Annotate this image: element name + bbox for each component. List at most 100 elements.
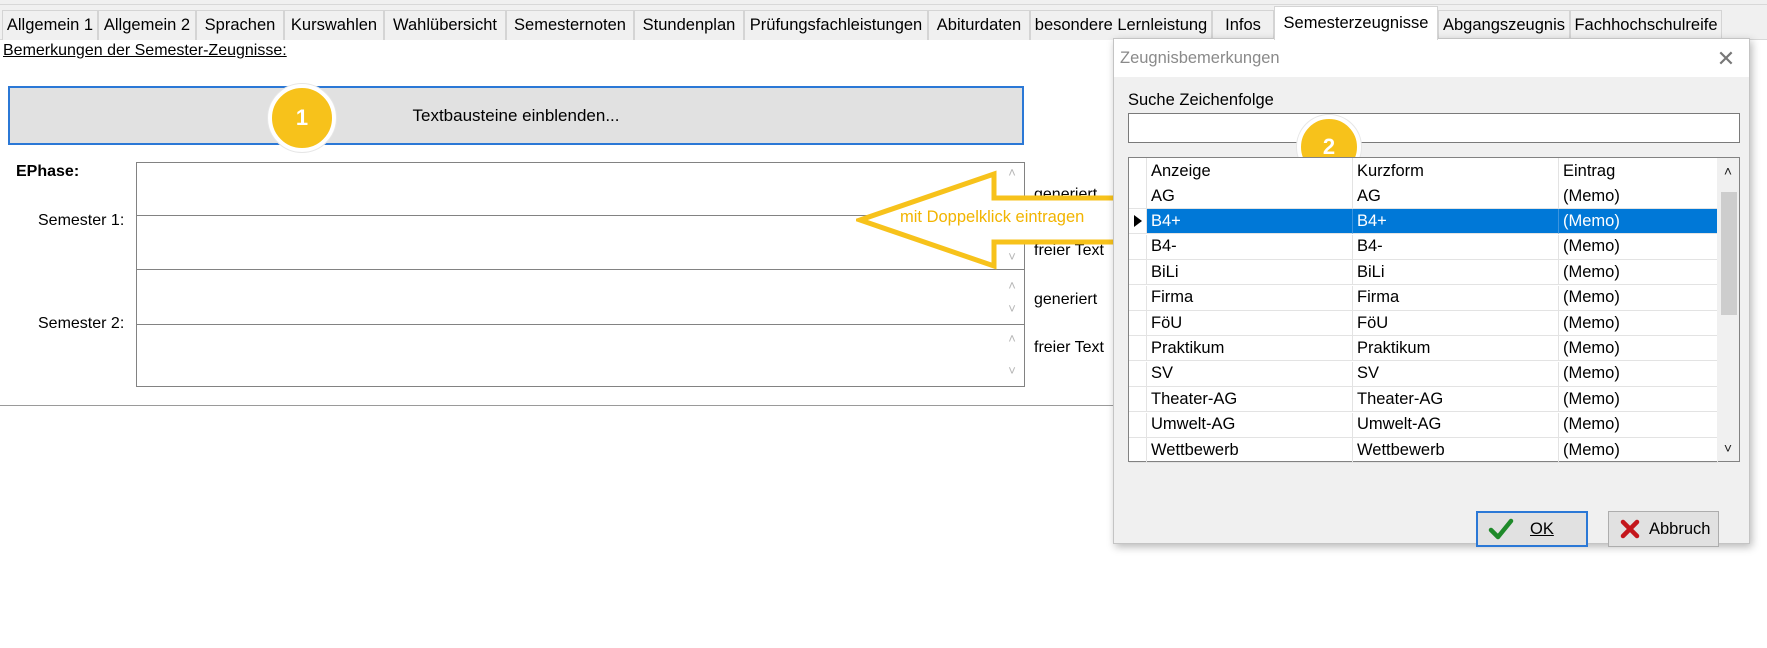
tab-fachhochschulreife[interactable]: Fachhochschulreife: [1570, 10, 1722, 40]
cell-anzeige[interactable]: FöU: [1147, 311, 1353, 336]
cell-kurzform[interactable]: B4-: [1353, 234, 1559, 260]
row-indicator: [1129, 311, 1147, 336]
cell-kurzform[interactable]: Theater-AG: [1353, 387, 1559, 413]
row-indicator: [1129, 234, 1147, 260]
grid-indicator-header: [1129, 158, 1147, 184]
cell-eintrag[interactable]: (Memo): [1559, 311, 1718, 336]
close-icon[interactable]: ✕: [1712, 45, 1740, 73]
cell-kurzform[interactable]: Praktikum: [1353, 336, 1559, 362]
table-row[interactable]: Umwelt-AG Umwelt-AG (Memo): [1129, 412, 1718, 438]
cell-eintrag[interactable]: (Memo): [1559, 260, 1718, 286]
table-row[interactable]: B4+ B4+ (Memo): [1129, 209, 1718, 235]
tab-strip-top-border: [0, 4, 1767, 5]
scroll-down-icon[interactable]: ˅: [1003, 363, 1021, 379]
search-label-text: Suche Zeichenfolge: [1128, 91, 1274, 109]
table-row[interactable]: SV SV (Memo): [1129, 361, 1718, 387]
cell-eintrag[interactable]: (Memo): [1559, 412, 1718, 438]
row-indicator: [1129, 285, 1147, 311]
tab-besondere-lernleistung[interactable]: besondere Lernleistung: [1030, 10, 1212, 40]
cell-kurzform[interactable]: BiLi: [1353, 260, 1559, 286]
free-text-label: freier Text: [1034, 339, 1104, 356]
grid-scrollbar[interactable]: ˄ ˅: [1717, 158, 1739, 461]
cell-kurzform[interactable]: FöU: [1353, 311, 1559, 336]
cell-kurzform[interactable]: SV: [1353, 361, 1559, 387]
tab-allgemein-1[interactable]: Allgemein 1: [2, 10, 98, 40]
cell-anzeige[interactable]: Praktikum: [1147, 336, 1353, 362]
cell-kurzform[interactable]: B4+: [1353, 209, 1559, 235]
scroll-up-icon[interactable]: ˄: [1717, 160, 1739, 182]
scroll-down-icon[interactable]: ˅: [1003, 301, 1021, 317]
dialog-titlebar: Zeugnisbemerkungen ✕: [1114, 39, 1749, 77]
table-row[interactable]: B4- B4- (Memo): [1129, 234, 1718, 260]
cell-kurzform[interactable]: Firma: [1353, 285, 1559, 311]
cell-kurzform[interactable]: Umwelt-AG: [1353, 412, 1559, 438]
row-indicator: [1129, 438, 1147, 463]
cell-kurzform[interactable]: AG: [1353, 184, 1559, 209]
row-pointer-icon: [1134, 215, 1142, 228]
table-row[interactable]: Theater-AG Theater-AG (Memo): [1129, 387, 1718, 413]
cell-kurzform[interactable]: Wettbewerb: [1353, 438, 1559, 463]
cell-eintrag[interactable]: (Memo): [1559, 184, 1718, 209]
textbausteine-button[interactable]: Textbausteine einblenden...: [8, 86, 1024, 145]
zeugnisbemerkungen-dialog: Zeugnisbemerkungen ✕ Suche Zeichenfolge …: [1113, 38, 1750, 547]
cell-anzeige[interactable]: AG: [1147, 184, 1353, 209]
search-label: Suche Zeichenfolge: [1128, 91, 1274, 110]
row-indicator: [1129, 336, 1147, 362]
scroll-down-icon[interactable]: ˅: [1717, 437, 1739, 459]
table-row[interactable]: FöU FöU (Memo): [1129, 311, 1718, 336]
textbausteine-button-label: Textbausteine einblenden...: [412, 105, 620, 125]
table-row[interactable]: Praktikum Praktikum (Memo): [1129, 336, 1718, 362]
dialog-title: Zeugnisbemerkungen: [1120, 49, 1280, 67]
ok-button[interactable]: OK: [1476, 511, 1588, 547]
cell-anzeige[interactable]: Wettbewerb: [1147, 438, 1353, 463]
tab-sprachen[interactable]: Sprachen: [196, 10, 284, 40]
cell-anzeige[interactable]: B4+: [1147, 209, 1353, 235]
tab-semesterzeugnisse[interactable]: Semesterzeugnisse: [1274, 6, 1438, 40]
table-row[interactable]: AG AG (Memo): [1129, 184, 1718, 209]
remarks-grid[interactable]: Anzeige Kurzform Eintrag AG AG (Memo) B4+ B4…: [1128, 157, 1740, 463]
table-row[interactable]: Firma Firma (Memo): [1129, 285, 1718, 311]
search-input[interactable]: [1128, 113, 1740, 143]
scroll-up-icon[interactable]: ˄: [1003, 331, 1021, 347]
row-indicator: [1129, 209, 1147, 235]
tab-pruefungsfachleistungen[interactable]: Prüfungsfachleistungen: [744, 10, 928, 40]
cancel-button[interactable]: Abbruch: [1608, 511, 1719, 547]
row-indicator: [1129, 361, 1147, 387]
cell-eintrag[interactable]: (Memo): [1559, 438, 1718, 463]
tab-allgemein-2[interactable]: Allgemein 2: [98, 10, 196, 40]
column-header-eintrag[interactable]: Eintrag: [1559, 158, 1718, 184]
panel-divider: [0, 405, 1120, 406]
memo-semester2-free-text[interactable]: ˄ ˅: [136, 324, 1025, 387]
cell-anzeige[interactable]: SV: [1147, 361, 1353, 387]
tab-kurswahlen[interactable]: Kurswahlen: [284, 10, 384, 40]
tab-abiturdaten[interactable]: Abiturdaten: [928, 10, 1030, 40]
column-header-anzeige[interactable]: Anzeige: [1147, 158, 1353, 184]
remarks-heading: Bemerkungen der Semester-Zeugnisse:: [3, 42, 287, 59]
cell-anzeige[interactable]: Umwelt-AG: [1147, 412, 1353, 438]
cell-eintrag[interactable]: (Memo): [1559, 209, 1718, 235]
cell-anzeige[interactable]: BiLi: [1147, 260, 1353, 286]
cell-eintrag[interactable]: (Memo): [1559, 285, 1718, 311]
cell-anzeige[interactable]: B4-: [1147, 234, 1353, 260]
tab-strip: Allgemein 1 Allgemein 2 Sprachen Kurswah…: [0, 0, 1767, 40]
cell-eintrag[interactable]: (Memo): [1559, 234, 1718, 260]
semester-1-label: Semester 1:: [38, 212, 125, 229]
tab-infos[interactable]: Infos: [1212, 10, 1274, 40]
tab-semesternoten[interactable]: Semesternoten: [506, 10, 634, 40]
cell-eintrag[interactable]: (Memo): [1559, 387, 1718, 413]
tab-wahluebersicht[interactable]: Wahlübersicht: [384, 10, 506, 40]
row-indicator: [1129, 412, 1147, 438]
scroll-up-icon[interactable]: ˄: [1003, 278, 1021, 294]
scrollbar-thumb[interactable]: [1721, 192, 1737, 315]
cell-eintrag[interactable]: (Memo): [1559, 336, 1718, 362]
memo-semester2-generated[interactable]: ˄ ˅: [136, 269, 1025, 325]
checkmark-icon: [1488, 518, 1514, 540]
table-row[interactable]: Wettbewerb Wettbewerb (Memo): [1129, 438, 1718, 463]
cell-anzeige[interactable]: Firma: [1147, 285, 1353, 311]
tab-stundenplan[interactable]: Stundenplan: [634, 10, 744, 40]
cell-eintrag[interactable]: (Memo): [1559, 361, 1718, 387]
cell-anzeige[interactable]: Theater-AG: [1147, 387, 1353, 413]
table-row[interactable]: BiLi BiLi (Memo): [1129, 260, 1718, 286]
tab-abgangszeugnis[interactable]: Abgangszeugnis: [1438, 10, 1570, 40]
column-header-kurzform[interactable]: Kurzform: [1353, 158, 1559, 184]
